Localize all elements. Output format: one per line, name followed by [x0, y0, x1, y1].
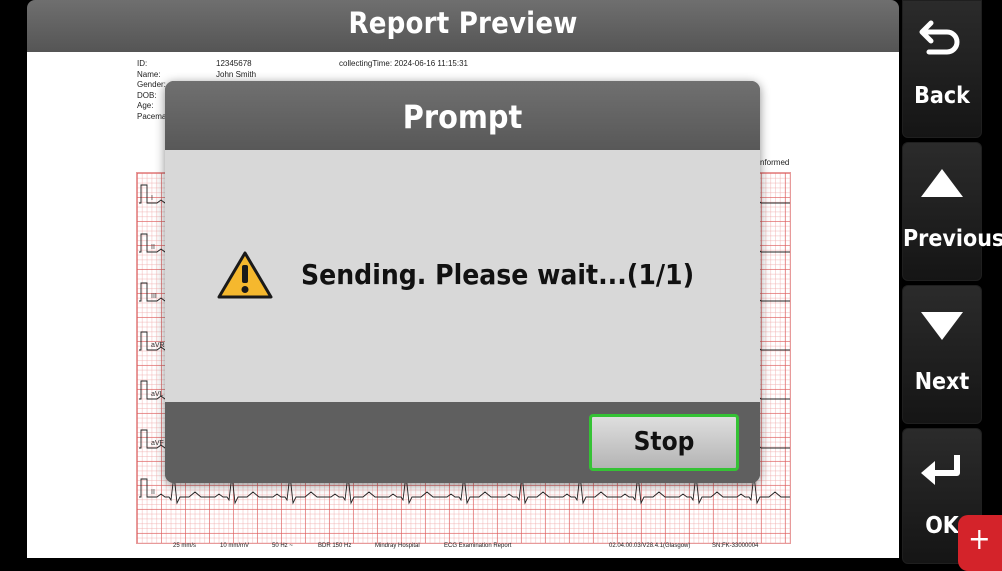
back-button[interactable]: Back	[902, 0, 982, 138]
lead-label: I	[151, 195, 153, 202]
lead-label: aVL	[151, 391, 164, 398]
back-label: Back	[914, 83, 970, 109]
report-name-value: John Smith	[216, 69, 257, 79]
report-name-label: Name:	[137, 69, 161, 79]
lead-label: III	[151, 293, 157, 300]
previous-button[interactable]: Previous	[902, 142, 1002, 281]
previous-label: Previous	[903, 226, 1002, 252]
report-gender-label: Gender:	[137, 80, 166, 89]
footer-gain: 10 mm/mV	[220, 543, 250, 549]
report-age-label: Age:	[137, 101, 154, 110]
page-title: Report Preview	[27, 0, 899, 52]
triangle-up-icon	[921, 169, 963, 197]
back-arrow-icon	[919, 20, 960, 55]
enter-arrow-icon	[921, 455, 960, 485]
dialog-footer: Stop	[165, 402, 760, 483]
dialog-title: Prompt	[165, 81, 760, 150]
footer-report-type: ECG Examination Report	[444, 543, 512, 549]
footer-filter: BDR 150 Hz	[318, 543, 352, 549]
report-dob-label: DOB:	[137, 90, 157, 100]
footer-version: 02.04.00.03/V28.4.1(Glasgow)	[609, 543, 691, 549]
lead-label: II	[151, 489, 155, 496]
report-partial-text: nformed	[760, 158, 790, 167]
report-collecting-time: collectingTime: 2024-06-16 11:15:31	[339, 59, 468, 68]
warning-icon	[217, 251, 273, 299]
stop-button[interactable]: Stop	[589, 414, 739, 471]
footer-notch: 50 Hz ~	[272, 543, 293, 549]
add-button[interactable]: +	[958, 515, 1002, 571]
dialog-body: Sending. Please wait...(1/1)	[165, 150, 760, 402]
dialog-message: Sending. Please wait...(1/1)	[301, 258, 695, 291]
prompt-dialog: Prompt Sending. Please wait...(1/1) Stop	[165, 81, 760, 483]
footer-hospital: Mindray Hospital	[375, 543, 420, 549]
next-button[interactable]: Next	[902, 285, 982, 424]
footer-speed: 25 mm/s	[173, 543, 197, 549]
next-label: Next	[914, 369, 970, 395]
lead-label: aVR	[151, 342, 165, 349]
triangle-down-icon	[921, 312, 963, 340]
lead-label: II	[151, 244, 155, 251]
report-id-value: 12345678	[216, 59, 252, 68]
footer-serial: SN:FK-33000004	[712, 543, 759, 549]
report-id-label: ID:	[137, 59, 148, 68]
report-pacemaker-label: Pacema	[137, 111, 167, 121]
lead-label: aVF	[151, 440, 164, 447]
